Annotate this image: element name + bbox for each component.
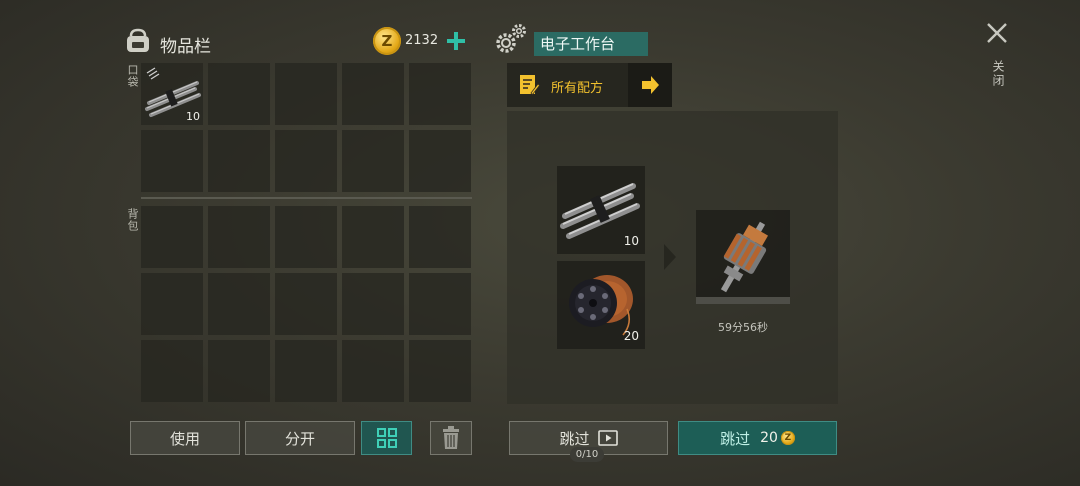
skip-with-coins-button[interactable]: 跳过 20 Z [678, 421, 837, 455]
delete-button[interactable] [430, 421, 472, 455]
backpack-slot[interactable] [141, 206, 203, 268]
add-coins-button[interactable] [444, 29, 468, 53]
rebar-item[interactable]: 10 [141, 63, 204, 126]
coin-icon: Z [373, 27, 401, 55]
video-play-icon [597, 430, 618, 446]
output-item-slot[interactable] [696, 210, 790, 304]
motor-armature-icon [720, 221, 769, 293]
backpack-slot[interactable] [409, 206, 471, 268]
close-button[interactable]: 关闭 [984, 20, 1012, 100]
sort-button[interactable] [361, 421, 412, 455]
grid-sort-icon [376, 428, 397, 448]
inventory-title: 物品栏 [160, 37, 211, 57]
ingredient-wire-slot[interactable]: 20 [557, 261, 645, 349]
close-label: 关闭 [991, 60, 1005, 88]
split-button[interactable]: 分开 [245, 421, 355, 455]
gears-icon [494, 22, 528, 56]
pouch-slot[interactable] [208, 63, 270, 125]
pouch-label: 口袋 [126, 64, 139, 88]
skip-ad-label: 跳过 [559, 429, 590, 448]
trash-icon [443, 426, 459, 449]
rebar-quantity: 10 [186, 110, 200, 123]
backpack-slot[interactable] [275, 273, 337, 335]
recipe-note-icon [520, 75, 540, 96]
inventory-divider [141, 197, 472, 199]
pouch-slot[interactable] [409, 63, 471, 125]
workbench-title: 电子工作台 [534, 32, 648, 56]
backpack-slot[interactable] [409, 273, 471, 335]
backpack-icon [124, 28, 152, 54]
all-recipes-label: 所有配方 [551, 81, 604, 96]
pouch-slot[interactable] [275, 63, 337, 125]
pouch-slot[interactable] [342, 63, 404, 125]
ingredient-rebar-slot[interactable]: 10 [557, 166, 645, 254]
backpack-slot[interactable] [208, 273, 270, 335]
arrow-right-icon [642, 76, 659, 94]
close-icon [987, 23, 1007, 43]
next-recipe-button[interactable] [628, 63, 672, 107]
pouch-slot[interactable] [342, 130, 404, 192]
pouch-slot[interactable] [141, 130, 203, 192]
backpack-slot[interactable] [141, 273, 203, 335]
pouch-slot[interactable] [409, 130, 471, 192]
skip-cost: 20 [760, 430, 778, 446]
backpack-slot[interactable] [409, 340, 471, 402]
ingredient-wire-quantity: 20 [623, 329, 639, 343]
skip-ad-counter: 0/10 [570, 447, 604, 462]
backpack-slot[interactable] [342, 340, 404, 402]
coin-icon: Z [780, 431, 795, 445]
ingredient-rebar-quantity: 10 [623, 234, 639, 248]
use-button[interactable]: 使用 [130, 421, 240, 455]
backpack-slot[interactable] [275, 340, 337, 402]
backpack-label: 背包 [126, 208, 139, 232]
backpack-slot[interactable] [208, 340, 270, 402]
backpack-slot[interactable] [342, 273, 404, 335]
backpack-slot[interactable] [208, 206, 270, 268]
craft-arrow-icon [662, 242, 678, 276]
coin-balance: 2132 [405, 33, 439, 48]
backpack-slot[interactable] [342, 206, 404, 268]
backpack-slot[interactable] [141, 340, 203, 402]
pouch-slot[interactable] [208, 130, 270, 192]
all-recipes-tab[interactable]: 所有配方 [507, 63, 628, 107]
backpack-slot[interactable] [275, 206, 337, 268]
skip-coins-label: 跳过 [720, 429, 751, 448]
craft-time-remaining: 59分56秒 [718, 321, 768, 334]
pouch-slot[interactable] [275, 130, 337, 192]
output-progress-bar [696, 297, 790, 304]
